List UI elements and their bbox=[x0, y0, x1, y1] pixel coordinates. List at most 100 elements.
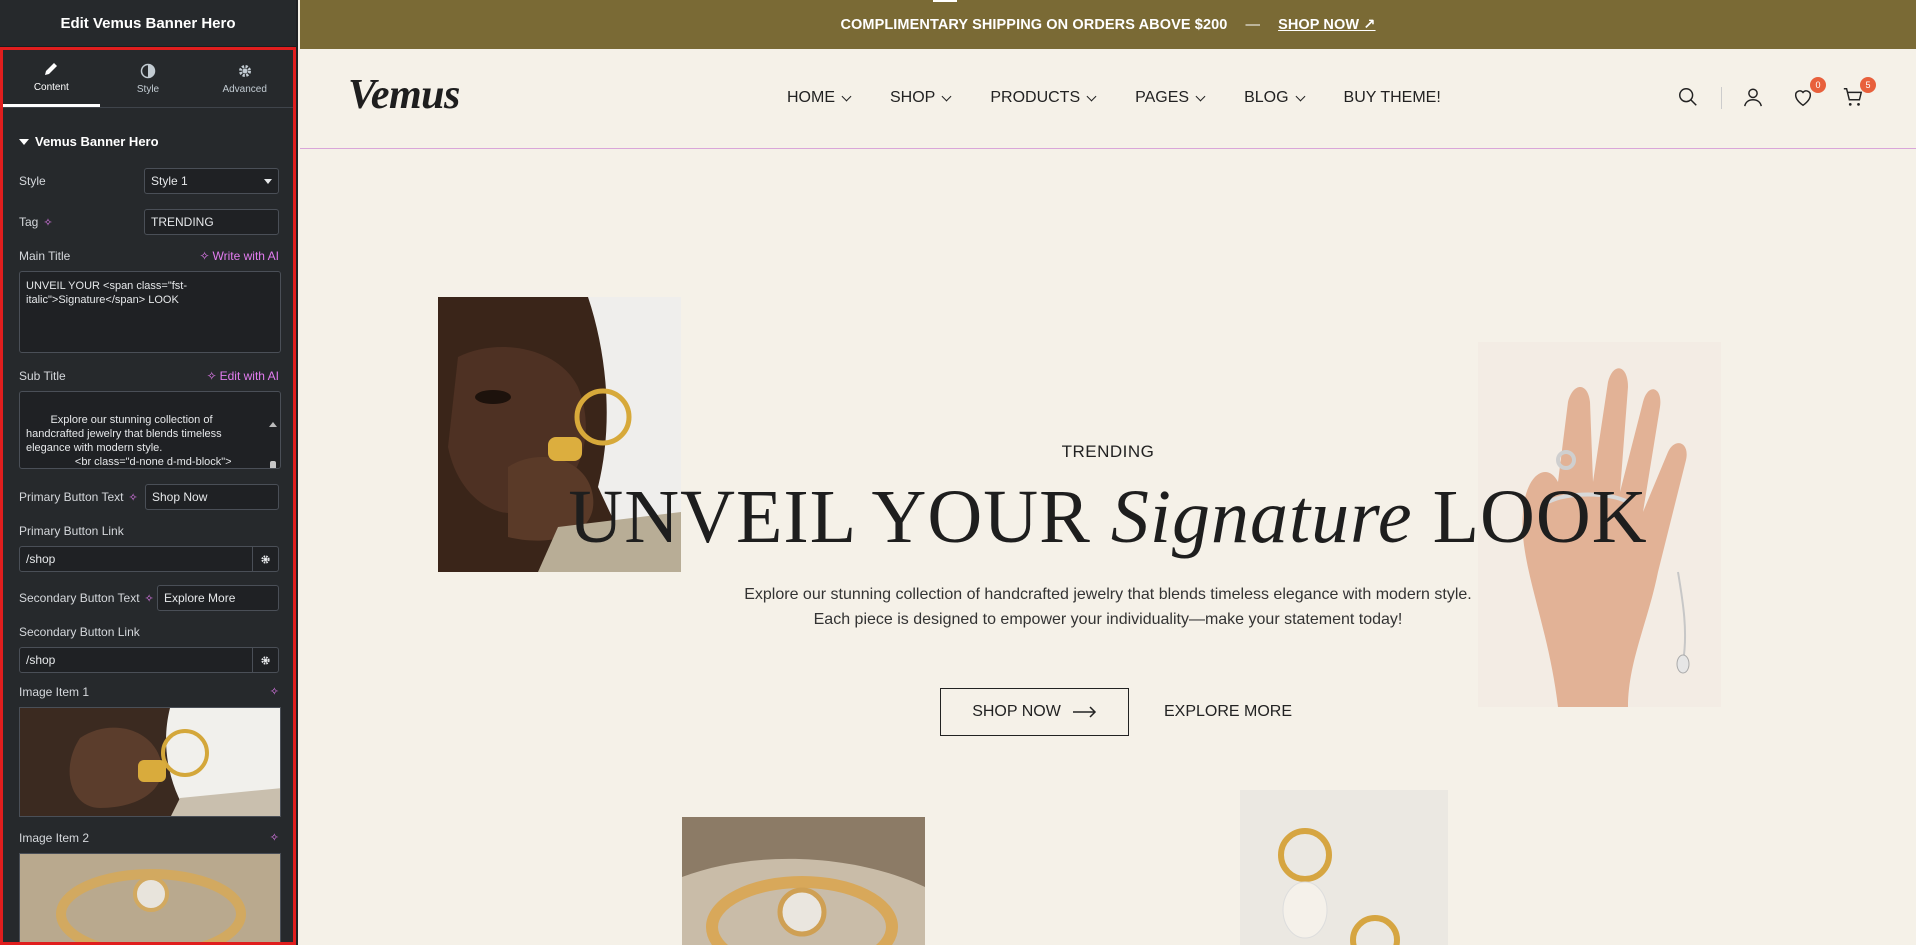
link-options-button[interactable] bbox=[253, 546, 279, 572]
shop-now-label: SHOP NOW bbox=[972, 703, 1061, 720]
menu-item-shop[interactable]: SHOP bbox=[890, 89, 952, 107]
tab-style[interactable]: Style bbox=[100, 50, 197, 107]
sub-title-header: Sub Title ✧ Edit with AI bbox=[19, 369, 279, 383]
secondary-button-text-label: Secondary Button Text bbox=[19, 591, 140, 605]
ai-sparkle-icon[interactable]: ✧ bbox=[270, 831, 279, 845]
style-select-value: Style 1 bbox=[151, 174, 188, 188]
tag-control: Tag ✧ TRENDING bbox=[19, 208, 279, 236]
panel-title: Edit Vemus Banner Hero bbox=[0, 0, 296, 47]
primary-button-text-control: Primary Button Text ✧ Shop Now bbox=[19, 483, 279, 511]
wishlist-icon[interactable]: 0 bbox=[1792, 77, 1826, 110]
promo-dash: — bbox=[1245, 16, 1261, 33]
secondary-button-text-input[interactable]: Explore More bbox=[157, 585, 279, 611]
primary-button-text-label: Primary Button Text bbox=[19, 490, 124, 504]
textarea-scrollbar[interactable] bbox=[268, 394, 278, 468]
promo-shop-link[interactable]: SHOP NOW ↗ bbox=[1278, 17, 1375, 33]
editor-panel: Edit Vemus Banner Hero Content Style Adv… bbox=[0, 0, 298, 945]
menu-item-home[interactable]: HOME bbox=[787, 89, 852, 107]
caret-down-icon bbox=[19, 138, 29, 145]
menu-item-label: BLOG bbox=[1244, 89, 1289, 106]
menu-item-products[interactable]: PRODUCTS bbox=[990, 89, 1097, 107]
link-options-button[interactable] bbox=[253, 647, 279, 673]
tag-input[interactable]: TRENDING bbox=[144, 209, 279, 235]
chevron-down-icon bbox=[1295, 91, 1305, 101]
half-circle-icon bbox=[140, 63, 156, 78]
sub-title-label: Sub Title bbox=[19, 369, 66, 383]
primary-button-link-control: /shop bbox=[19, 546, 279, 572]
divider bbox=[1721, 87, 1722, 109]
menu-item-buy-theme[interactable]: BUY THEME! bbox=[1344, 89, 1441, 107]
site-header: Vemus HOME SHOP PRODUCTS PAGES BLOG BUY … bbox=[300, 49, 1916, 149]
scroll-up-icon[interactable] bbox=[269, 422, 277, 427]
ai-sparkle-icon[interactable]: ✧ bbox=[145, 592, 154, 605]
promo-bar: COMPLIMENTARY SHIPPING ON ORDERS ABOVE $… bbox=[300, 0, 1916, 49]
image-item-1-photo bbox=[20, 708, 280, 816]
panel-body: Content Style Advanced Vemus Banner Hero… bbox=[0, 47, 296, 945]
main-menu: HOME SHOP PRODUCTS PAGES BLOG BUY THEME! bbox=[787, 89, 1441, 107]
write-with-ai-label: Write with AI bbox=[212, 249, 279, 263]
user-icon[interactable] bbox=[1742, 86, 1766, 110]
primary-button-text-input[interactable]: Shop Now bbox=[145, 484, 279, 510]
ai-sparkle-icon: ✧ bbox=[199, 249, 210, 263]
panel-tabs: Content Style Advanced bbox=[3, 50, 293, 108]
image-item-2-photo bbox=[20, 854, 280, 942]
image-item-2-preview[interactable] bbox=[19, 853, 281, 942]
primary-button-link-input[interactable]: /shop bbox=[19, 546, 253, 572]
chevron-down-icon bbox=[941, 91, 952, 101]
ai-sparkle-icon[interactable]: ✧ bbox=[43, 216, 52, 229]
menu-item-blog[interactable]: BLOG bbox=[1244, 89, 1305, 107]
hero-subtitle-line-1: Explore our stunning collection of handc… bbox=[744, 586, 1472, 603]
edit-with-ai-label: Edit with AI bbox=[219, 369, 279, 383]
site-preview: COMPLIMENTARY SHIPPING ON ORDERS ABOVE $… bbox=[300, 0, 1916, 945]
site-logo[interactable]: Vemus bbox=[348, 71, 460, 119]
hero-title-part-a: UNVEIL YOUR bbox=[568, 475, 1111, 559]
menu-item-label: SHOP bbox=[890, 89, 936, 106]
section-title: Vemus Banner Hero bbox=[35, 134, 159, 149]
secondary-button-text-control: Secondary Button Text ✧ Explore More bbox=[19, 584, 279, 612]
hero-image-ring bbox=[682, 817, 925, 945]
image-item-1-preview[interactable] bbox=[19, 707, 281, 817]
menu-item-label: BUY THEME! bbox=[1343, 89, 1441, 106]
sub-title-text: Explore our stunning collection of handc… bbox=[26, 414, 232, 468]
secondary-button-link-control: /shop bbox=[19, 647, 279, 673]
cart-icon[interactable]: 5 bbox=[1842, 77, 1876, 110]
style-label: Style bbox=[19, 174, 46, 188]
edit-with-ai-button[interactable]: ✧ Edit with AI bbox=[207, 369, 279, 383]
tag-label: Tag bbox=[19, 215, 39, 229]
hero-image-earrings bbox=[1240, 790, 1448, 945]
tab-advanced[interactable]: Advanced bbox=[196, 50, 293, 107]
section-toggle[interactable]: Vemus Banner Hero bbox=[19, 134, 293, 149]
ai-sparkle-icon[interactable]: ✧ bbox=[128, 491, 137, 504]
style-select[interactable]: Style 1 bbox=[144, 168, 279, 194]
cart-count-badge: 5 bbox=[1860, 77, 1876, 93]
chevron-down-icon bbox=[1086, 91, 1097, 101]
secondary-button-link-input[interactable]: /shop bbox=[19, 647, 253, 673]
gear-icon bbox=[261, 554, 270, 564]
tab-content[interactable]: Content bbox=[3, 50, 100, 107]
image-item-2-label: Image Item 2 bbox=[19, 831, 90, 845]
scroll-thumb[interactable] bbox=[270, 461, 276, 468]
ai-sparkle-icon: ✧ bbox=[206, 369, 217, 383]
explore-more-button[interactable]: EXPLORE MORE bbox=[1164, 688, 1292, 736]
tab-advanced-label: Advanced bbox=[222, 83, 267, 95]
main-title-textarea[interactable]: UNVEIL YOUR <span class="fst-italic">Sig… bbox=[19, 271, 281, 353]
hero-subtitle-line-2: Each piece is designed to empower your i… bbox=[813, 611, 1403, 628]
menu-item-pages[interactable]: PAGES bbox=[1135, 89, 1206, 107]
hero-subtitle: Explore our stunning collection of handc… bbox=[300, 582, 1916, 632]
tab-content-label: Content bbox=[33, 82, 69, 93]
hero-title: UNVEIL YOUR Signature LOOK bbox=[300, 474, 1916, 561]
shop-now-button[interactable]: SHOP NOW bbox=[940, 688, 1129, 736]
ai-sparkle-icon[interactable]: ✧ bbox=[270, 685, 279, 699]
gear-icon bbox=[238, 64, 251, 77]
menu-item-label: PAGES bbox=[1135, 89, 1190, 106]
write-with-ai-button[interactable]: ✧ Write with AI bbox=[199, 249, 279, 263]
arrow-right-icon bbox=[1072, 706, 1096, 718]
header-icons: 0 5 bbox=[1677, 77, 1876, 110]
image-item-1-header: Image Item 1 ✧ bbox=[19, 685, 279, 699]
primary-button-link-label: Primary Button Link bbox=[19, 524, 124, 538]
hero-tag: TRENDING bbox=[1061, 442, 1155, 461]
menu-item-label: HOME bbox=[787, 89, 835, 106]
menu-item-label: PRODUCTS bbox=[990, 89, 1081, 106]
search-icon[interactable] bbox=[1677, 86, 1701, 110]
sub-title-textarea[interactable]: Explore our stunning collection of handc… bbox=[19, 391, 281, 469]
